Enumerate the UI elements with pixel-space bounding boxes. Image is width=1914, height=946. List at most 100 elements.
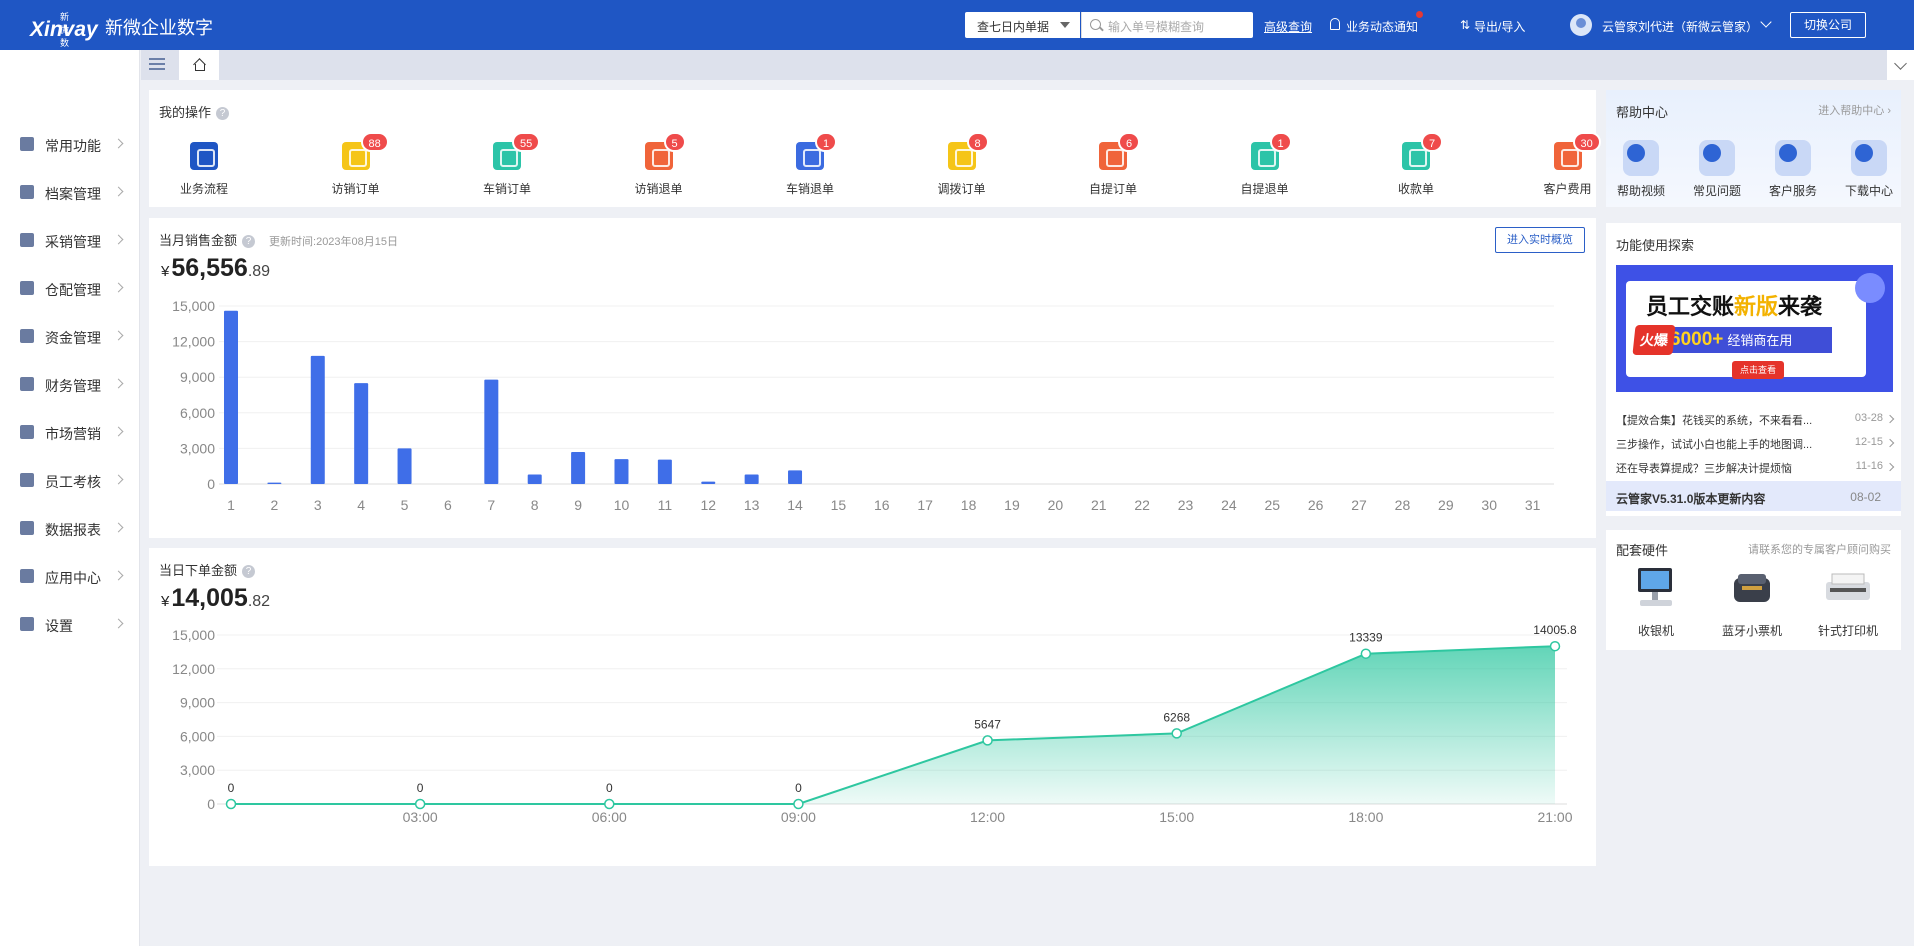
news-title: 【提效合集】花钱买的系统，不来看看...: [1616, 415, 1813, 427]
sidebar-item[interactable]: 市场营销: [0, 408, 140, 456]
operation-label: 车销订单: [482, 182, 531, 196]
x-tick-label: 30: [1481, 497, 1497, 513]
operation-item[interactable]: 7 收款单: [1371, 132, 1461, 202]
x-tick-label: 24: [1221, 497, 1237, 513]
scope-select[interactable]: 查七日内单据: [965, 12, 1080, 38]
chevron-right-icon: [113, 138, 124, 149]
advanced-query-link[interactable]: 高级查询: [1264, 18, 1312, 35]
help-icon[interactable]: ?: [216, 107, 230, 120]
daily-orders-panel: 当日下单金额? ¥14,005.82 0 3,000 6,000 9,000 12,00…: [149, 548, 1596, 866]
notification-dot: [1416, 11, 1423, 18]
update-date: 08-02: [1850, 490, 1881, 504]
operation-item[interactable]: 88 访销订单: [311, 132, 401, 202]
operation-item[interactable]: 6 自提订单: [1068, 132, 1158, 202]
news-row[interactable]: 三步操作，试试小白也能上手的地图调... 12-15: [1616, 432, 1895, 454]
avatar[interactable]: [1570, 14, 1592, 36]
banner-count-bar: 6000+ 经销商在用: [1656, 327, 1832, 353]
search-input[interactable]: 输入单号模糊查询: [1081, 12, 1253, 38]
sidebar-item-label: 常用功能: [45, 138, 101, 154]
help-item[interactable]: 帮助视频: [1606, 140, 1676, 200]
x-tick-label: 14: [787, 497, 803, 513]
x-tick-label: 27: [1351, 497, 1367, 513]
sidebar-item[interactable]: 员工考核: [0, 456, 140, 504]
sidebar-item[interactable]: 采销管理: [0, 216, 140, 264]
help-item-label: 帮助视频: [1616, 184, 1665, 198]
help-center-panel: 帮助中心 进入帮助中心 › 帮助视频 常见问题 客户服务 下载中心: [1606, 90, 1901, 207]
y-tick-label: 9,000: [180, 369, 215, 385]
help-title: 帮助中心: [1616, 105, 1669, 120]
x-tick-label: 1: [227, 497, 235, 513]
chevron-down-icon[interactable]: [1760, 16, 1772, 28]
sidebar-item[interactable]: 财务管理: [0, 360, 140, 408]
x-tick-label: 22: [1134, 497, 1150, 513]
switch-company-button[interactable]: 切换公司: [1790, 12, 1866, 38]
sidebar-item[interactable]: 常用功能: [0, 120, 140, 168]
help-item[interactable]: 常见问题: [1682, 140, 1752, 200]
collapse-menu-icon[interactable]: [149, 58, 165, 72]
operation-item[interactable]: 30 客户费用: [1523, 132, 1613, 202]
bar: [744, 474, 759, 484]
warehouse-icon: [20, 281, 34, 295]
hardware-label: 针式打印机: [1817, 624, 1878, 638]
x-tick-label: 23: [1178, 497, 1194, 513]
hardware-item[interactable]: 针式打印机: [1808, 564, 1888, 644]
chevron-right-icon: [113, 330, 124, 341]
chevron-right-icon: [113, 426, 124, 437]
sidebar-item[interactable]: 设置: [0, 600, 140, 648]
apps-icon: [20, 569, 34, 583]
news-date: 11-16: [1855, 460, 1883, 472]
people-icon: [20, 473, 34, 487]
data-point: [793, 798, 804, 810]
y-tick-label: 6,000: [180, 728, 215, 744]
data-point: [1171, 728, 1182, 739]
sidebar-item-label: 采销管理: [45, 234, 101, 250]
version-update-row[interactable]: 云管家V5.31.0版本更新内容 08-02: [1606, 481, 1901, 511]
sidebar-item[interactable]: 档案管理: [0, 168, 140, 216]
hardware-item[interactable]: 蓝牙小票机: [1712, 564, 1792, 644]
tab-strip: [141, 50, 1914, 80]
operation-item[interactable]: 55 车销订单: [462, 132, 552, 202]
area-fill: [231, 646, 1555, 804]
tab-list-dropdown[interactable]: [1886, 50, 1914, 80]
banner-cta-button[interactable]: 点击查看: [1732, 361, 1784, 379]
help-center-link[interactable]: 进入帮助中心 ›: [1818, 102, 1891, 118]
ops-title: 我的操作: [159, 105, 212, 120]
update-title: 云管家V5.31.0版本更新内容: [1616, 492, 1766, 506]
help-item[interactable]: 下载中心: [1834, 140, 1904, 200]
tab-home[interactable]: [179, 50, 219, 80]
operation-item[interactable]: 8 调拨订单: [917, 132, 1007, 202]
sidebar-item[interactable]: 应用中心: [0, 552, 140, 600]
help-item[interactable]: 客户服务: [1758, 140, 1828, 200]
download-icon: [1851, 140, 1887, 176]
operation-label: 业务流程: [179, 182, 228, 196]
bell-icon: [1330, 18, 1340, 30]
x-tick-label: 18: [961, 497, 977, 513]
banner-title-a: 员工交账: [1646, 294, 1735, 319]
chevron-right-icon: [1885, 414, 1895, 424]
chevron-right-icon: [113, 618, 124, 629]
hardware-contact-note: 请联系您的专属客户顾问购买: [1748, 544, 1891, 556]
money-bag-icon: [20, 329, 34, 343]
operation-item[interactable]: 1 自提退单: [1220, 132, 1310, 202]
bar: [527, 474, 542, 484]
operation-item[interactable]: 5 访销退单: [614, 132, 704, 202]
sidebar-item[interactable]: 数据报表: [0, 504, 140, 552]
count-badge: 1: [1269, 132, 1292, 152]
operation-item[interactable]: 1 车销退单: [765, 132, 855, 202]
sidebar-item-label: 财务管理: [45, 378, 101, 394]
sidebar-item[interactable]: 资金管理: [0, 312, 140, 360]
hardware-item[interactable]: 收银机: [1616, 564, 1696, 644]
user-name[interactable]: 云管家刘代进（新微云管家）: [1602, 18, 1758, 35]
operation-icon: [190, 142, 218, 170]
operation-label: 访销订单: [331, 182, 380, 196]
sidebar-item[interactable]: 仓配管理: [0, 264, 140, 312]
promo-banner[interactable]: 员工交账新版来袭 6000+ 经销商在用 火爆 点击查看: [1616, 265, 1893, 392]
export-import-link[interactable]: ⇅ 导出/导入: [1460, 18, 1525, 35]
chevron-right-icon: [113, 378, 124, 389]
banner-count-text: 经销商在用: [1727, 333, 1793, 348]
news-row[interactable]: 还在导表算提成？三步解决计提烦恼 11-16: [1616, 456, 1895, 478]
news-row[interactable]: 【提效合集】花钱买的系统，不来看看... 03-28: [1616, 408, 1895, 430]
notifications-link[interactable]: 业务动态通知: [1330, 18, 1418, 35]
operation-item[interactable]: 业务流程: [159, 142, 249, 202]
search-placeholder: 输入单号模糊查询: [1108, 20, 1205, 34]
